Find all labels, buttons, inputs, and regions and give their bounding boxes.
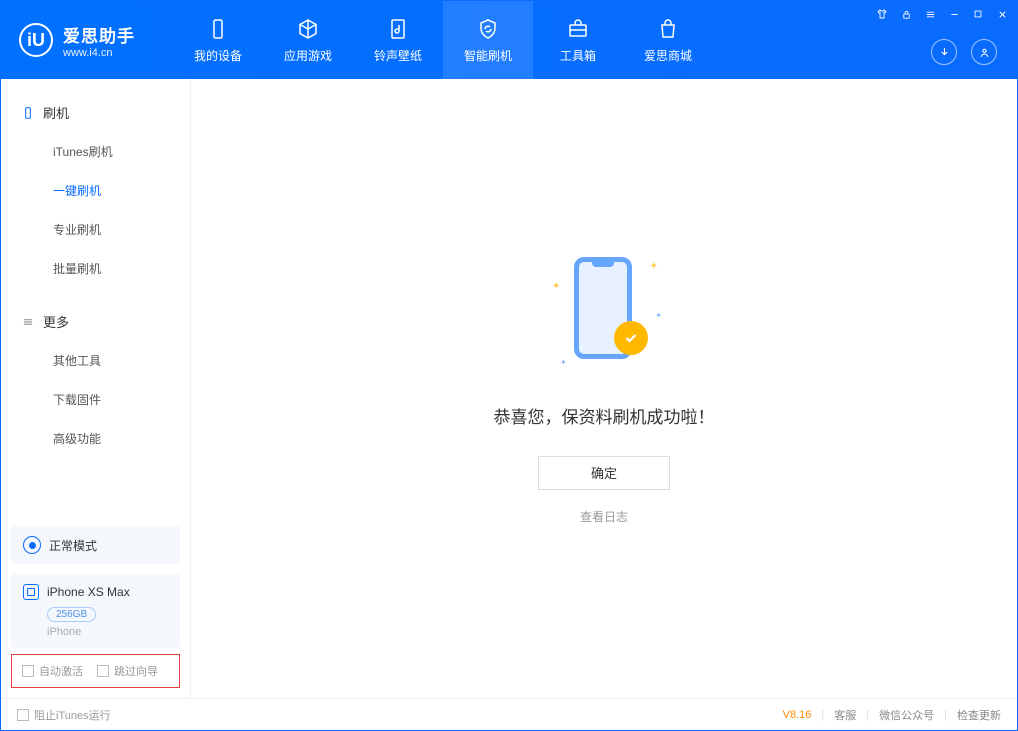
footer-link-update[interactable]: 检查更新 xyxy=(957,707,1001,723)
mode-label: 正常模式 xyxy=(49,537,97,554)
tab-toolbox[interactable]: 工具箱 xyxy=(533,1,623,79)
refresh-shield-icon xyxy=(476,17,500,41)
sparkle-icon: ✦ xyxy=(650,261,658,272)
maximize-button[interactable] xyxy=(971,7,985,21)
device-mode-box[interactable]: 正常模式 xyxy=(11,526,180,564)
device-type: iPhone xyxy=(47,626,168,638)
checkbox-icon xyxy=(22,665,34,677)
download-button[interactable] xyxy=(931,39,957,65)
cube-icon xyxy=(296,17,320,41)
sparkle-icon: ✦ xyxy=(655,311,662,320)
menu-icon[interactable] xyxy=(923,7,937,21)
tab-my-device[interactable]: 我的设备 xyxy=(173,1,263,79)
minimize-button[interactable] xyxy=(947,7,961,21)
main-content: ✦ ✦ ✦ ✦ 恭喜您，保资料刷机成功啦！ 确定 查看日志 xyxy=(191,79,1017,698)
sparkle-icon: ✦ xyxy=(560,358,567,367)
app-logo-icon: iU xyxy=(19,23,53,57)
skip-wizard-checkbox[interactable]: 跳过向导 xyxy=(97,663,158,679)
shopping-bag-icon xyxy=(656,17,680,41)
device-icon xyxy=(206,17,230,41)
sidebar-item-other-tools[interactable]: 其他工具 xyxy=(1,341,190,380)
device-info-box[interactable]: iPhone XS Max 256GB iPhone xyxy=(11,574,180,648)
sidebar: 刷机 iTunes刷机 一键刷机 专业刷机 批量刷机 更多 其他工具 下载固件 … xyxy=(1,79,191,698)
download-icon xyxy=(938,46,951,59)
activation-checkbox-row: 自动激活 跳过向导 xyxy=(11,654,180,688)
device-small-icon xyxy=(23,584,39,600)
nav-tabs: 我的设备 应用游戏 铃声壁纸 智能刷机 工具箱 爱思商城 xyxy=(173,1,713,79)
sidebar-item-download-firmware[interactable]: 下载固件 xyxy=(1,380,190,419)
status-bar: 阻止iTunes运行 V8.16 | 客服 | 微信公众号 | 检查更新 xyxy=(1,698,1017,730)
version-label: V8.16 xyxy=(783,709,812,721)
tab-label: 应用游戏 xyxy=(284,47,332,64)
toolbox-icon xyxy=(566,17,590,41)
title-bar: iU 爱思助手 www.i4.cn 我的设备 应用游戏 铃声壁纸 智能刷机 xyxy=(1,1,1017,79)
checkbox-icon xyxy=(17,709,29,721)
footer-link-support[interactable]: 客服 xyxy=(834,707,856,723)
sidebar-item-pro-flash[interactable]: 专业刷机 xyxy=(1,210,190,249)
success-message: 恭喜您，保资料刷机成功啦！ xyxy=(494,403,715,428)
success-check-icon xyxy=(614,321,648,355)
tab-store[interactable]: 爱思商城 xyxy=(623,1,713,79)
ok-button[interactable]: 确定 xyxy=(538,456,670,490)
success-illustration: ✦ ✦ ✦ ✦ xyxy=(544,253,664,373)
tab-ringtones-wallpapers[interactable]: 铃声壁纸 xyxy=(353,1,443,79)
footer-link-wechat[interactable]: 微信公众号 xyxy=(879,707,934,723)
sidebar-item-batch-flash[interactable]: 批量刷机 xyxy=(1,249,190,288)
storage-badge: 256GB xyxy=(47,607,96,622)
view-log-link[interactable]: 查看日志 xyxy=(580,508,628,525)
sidebar-section-flash: 刷机 xyxy=(1,93,190,132)
sidebar-section-more: 更多 xyxy=(1,302,190,341)
tab-label: 铃声壁纸 xyxy=(374,47,422,64)
sidebar-item-advanced[interactable]: 高级功能 xyxy=(1,419,190,458)
auto-activate-checkbox[interactable]: 自动激活 xyxy=(22,663,83,679)
tab-label: 工具箱 xyxy=(560,47,596,64)
lock-icon[interactable] xyxy=(899,7,913,21)
app-url: www.i4.cn xyxy=(63,47,135,59)
close-button[interactable] xyxy=(995,7,1009,21)
menu-lines-icon xyxy=(21,315,35,329)
tab-label: 我的设备 xyxy=(194,47,242,64)
sparkle-icon: ✦ xyxy=(552,281,560,292)
shirt-icon[interactable] xyxy=(875,7,889,21)
tab-label: 爱思商城 xyxy=(644,47,692,64)
tab-smart-flash[interactable]: 智能刷机 xyxy=(443,1,533,79)
sidebar-item-oneclick-flash[interactable]: 一键刷机 xyxy=(1,171,190,210)
mode-indicator-icon xyxy=(23,536,41,554)
phone-flash-icon xyxy=(21,106,35,120)
tab-label: 智能刷机 xyxy=(464,47,512,64)
user-button[interactable] xyxy=(971,39,997,65)
sidebar-item-itunes-flash[interactable]: iTunes刷机 xyxy=(1,132,190,171)
device-name: iPhone XS Max xyxy=(47,585,130,599)
logo-area: iU 爱思助手 www.i4.cn xyxy=(1,1,153,79)
block-itunes-checkbox[interactable]: 阻止iTunes运行 xyxy=(17,707,111,723)
app-name: 爱思助手 xyxy=(63,22,135,47)
checkbox-icon xyxy=(97,665,109,677)
music-file-icon xyxy=(386,17,410,41)
tab-apps-games[interactable]: 应用游戏 xyxy=(263,1,353,79)
user-icon xyxy=(978,46,991,59)
